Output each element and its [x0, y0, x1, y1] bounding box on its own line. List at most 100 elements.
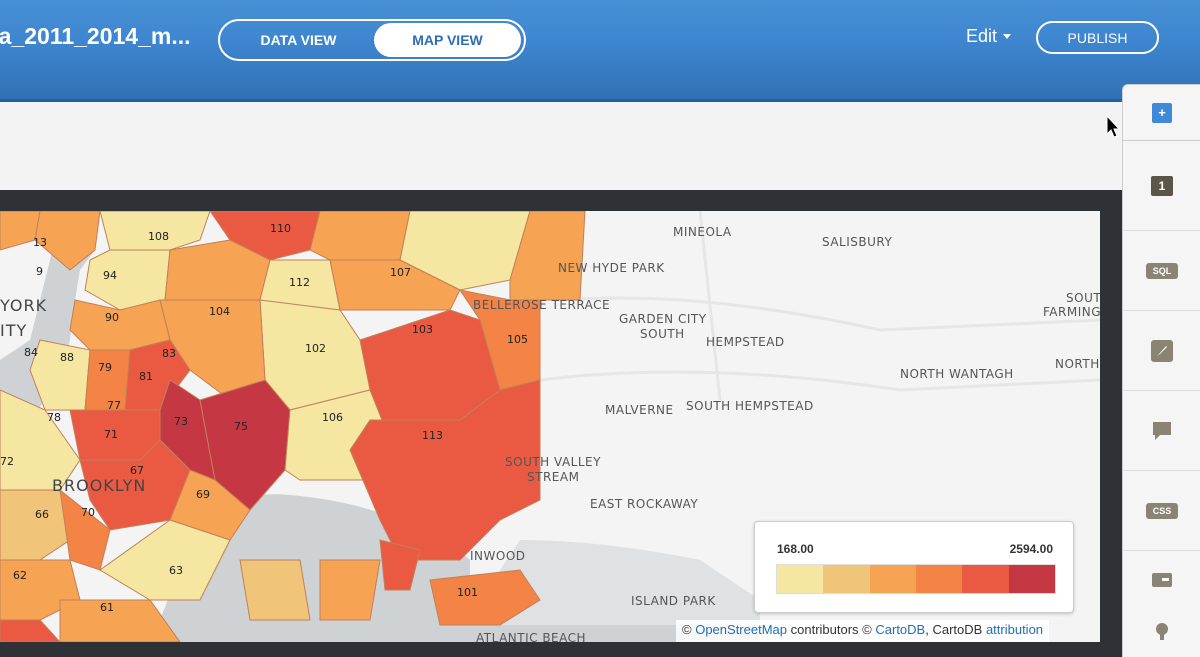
place-label: MINEOLA — [673, 225, 732, 239]
precinct-label: 110 — [270, 222, 291, 235]
attribution-link[interactable]: attribution — [986, 622, 1043, 637]
legend-icon — [1150, 571, 1174, 591]
place-label: MALVERNE — [605, 403, 674, 417]
sql-icon: SQL — [1146, 262, 1178, 279]
infowindow-item[interactable] — [1123, 391, 1200, 471]
map-legend: 168.00 2594.00 — [754, 521, 1074, 613]
copyright-symbol: © — [682, 622, 692, 637]
precinct-label: 81 — [139, 370, 153, 383]
precinct-label: 71 — [104, 428, 118, 441]
chevron-down-icon — [1003, 34, 1012, 39]
precinct-label: 104 — [209, 305, 230, 318]
css-icon: CSS — [1146, 502, 1178, 519]
top-header: ta_2011_2014_m... DATA VIEW MAP VIEW Edi… — [0, 0, 1200, 102]
app-window: ta_2011_2014_m... DATA VIEW MAP VIEW Edi… — [0, 0, 1200, 657]
comment-icon — [1151, 420, 1173, 442]
place-label: GARDEN CITY — [619, 312, 707, 326]
sql-item[interactable]: SQL — [1123, 231, 1200, 311]
precinct-label: 69 — [196, 488, 210, 501]
legends-item[interactable] — [1123, 551, 1200, 611]
right-tool-panel: + 1 SQL CSS — [1122, 84, 1200, 657]
edit-menu[interactable]: Edit — [966, 26, 1012, 47]
brush-icon — [1151, 339, 1173, 362]
precinct-label: 73 — [174, 415, 188, 428]
precinct-label: 61 — [100, 601, 114, 614]
legend-color-ramp — [776, 564, 1056, 594]
precinct-label: 77 — [107, 399, 121, 412]
precinct-label: 90 — [105, 311, 119, 324]
edit-label: Edit — [966, 26, 998, 46]
place-label: NEW HYDE PARK — [558, 261, 665, 275]
map-toolbar — [0, 102, 1122, 190]
place-label: SOUTH — [640, 327, 685, 341]
place-label: EAST ROCKAWAY — [590, 497, 698, 511]
legend-swatch — [962, 565, 1009, 593]
place-label: STREAM — [527, 470, 579, 484]
legend-max-value: 2594.00 — [1009, 542, 1053, 556]
precinct-label: 75 — [234, 420, 248, 433]
precinct-label: 78 — [47, 411, 61, 424]
precinct-label: 88 — [60, 351, 74, 364]
precinct-label: 107 — [390, 266, 411, 279]
precinct-label: 94 — [103, 269, 117, 282]
place-label: ATLANTIC BEACH — [476, 631, 586, 642]
precinct-label: 101 — [457, 586, 478, 599]
layer-number-badge: 1 — [1151, 175, 1173, 196]
place-label: SOUTH HEMPSTEAD — [686, 399, 814, 413]
precinct-label: 108 — [148, 230, 169, 243]
view-toggle: DATA VIEW MAP VIEW — [218, 19, 526, 61]
precinct-label: 67 — [130, 464, 144, 477]
place-label: BELLEROSE TERRACE — [473, 298, 610, 312]
place-label: FARMING — [1043, 305, 1100, 319]
legend-swatch — [823, 565, 870, 593]
precinct-label: 79 — [98, 361, 112, 374]
add-layer-icon[interactable]: + — [1152, 102, 1172, 123]
mouse-cursor-icon — [1106, 115, 1120, 138]
precinct-label: 106 — [322, 411, 343, 424]
precinct-label: 70 — [81, 506, 95, 519]
attribution-text: , CartoDB — [925, 622, 983, 637]
map-attribution: © OpenStreetMap contributors © CartoDB, … — [676, 620, 1050, 642]
attribution-text: contributors © — [790, 622, 872, 637]
map-view-button[interactable]: MAP VIEW — [373, 23, 521, 57]
precinct-label: 72 — [0, 455, 14, 468]
legend-swatch — [869, 565, 916, 593]
precinct-label: 103 — [412, 323, 433, 336]
layer-1-item[interactable]: 1 — [1123, 141, 1200, 231]
place-label: SALISBURY — [822, 235, 892, 249]
precinct-label: 13 — [33, 236, 47, 249]
precinct-label: 63 — [169, 564, 183, 577]
precinct-label: 83 — [162, 347, 176, 360]
place-label: HEMPSTEAD — [706, 335, 785, 349]
place-label: INWOOD — [470, 549, 526, 563]
legend-swatch — [915, 565, 963, 593]
precinct-label: 62 — [13, 569, 27, 582]
precinct-label: 112 — [289, 276, 310, 289]
cartodb-link[interactable]: CartoDB — [875, 622, 925, 637]
add-element-item[interactable] — [1123, 611, 1200, 651]
precinct-label: 102 — [305, 342, 326, 355]
place-label: NORTH — [1055, 357, 1100, 371]
place-label: NORTH WANTAGH — [900, 367, 1014, 381]
borough-label: YORK — [0, 296, 47, 315]
precinct-label: 105 — [507, 333, 528, 346]
precinct-label: 9 — [36, 265, 43, 278]
borough-label: BROOKLYN — [52, 476, 146, 495]
css-item[interactable]: CSS — [1123, 471, 1200, 551]
place-label: SOUTH VALLEY — [505, 455, 601, 469]
legend-swatch — [1008, 565, 1055, 593]
wizard-item[interactable] — [1123, 311, 1200, 391]
dataset-title[interactable]: ta_2011_2014_m... — [0, 20, 216, 52]
precinct-label: 113 — [422, 429, 443, 442]
publish-button[interactable]: PUBLISH — [1036, 21, 1159, 54]
osm-link[interactable]: OpenStreetMap — [695, 622, 787, 637]
borough-label: ITY — [0, 321, 27, 340]
legend-min-value: 168.00 — [777, 542, 814, 556]
pin-plus-icon — [1152, 621, 1172, 641]
add-layer-item[interactable]: + — [1123, 85, 1200, 141]
place-label: ISLAND PARK — [631, 594, 716, 608]
precinct-label: 66 — [35, 508, 49, 521]
place-label: SOUT — [1066, 291, 1100, 305]
legend-swatch — [777, 565, 824, 593]
data-view-button[interactable]: DATA VIEW — [223, 23, 374, 57]
